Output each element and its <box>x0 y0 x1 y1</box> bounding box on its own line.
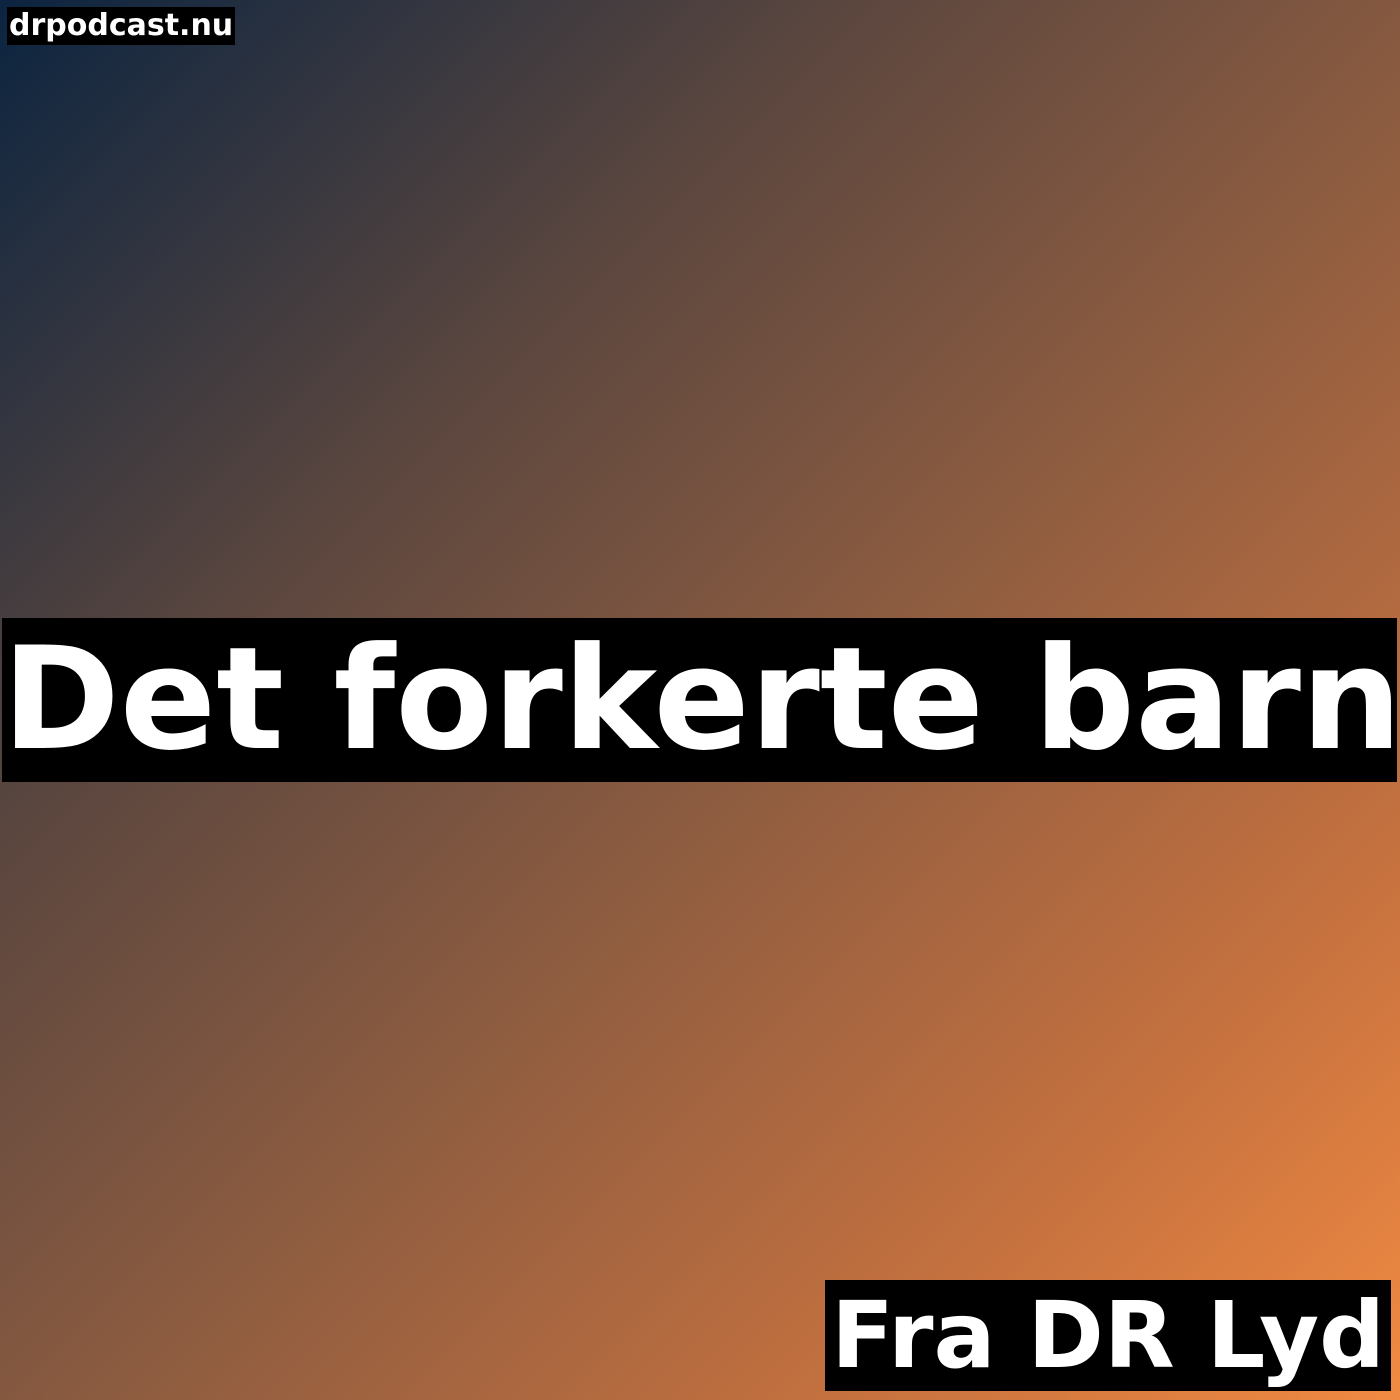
podcast-title: Det forkerte barn <box>2 618 1397 782</box>
source-badge: Fra DR Lyd <box>825 1280 1391 1391</box>
podcast-cover: drpodcast.nu Det forkerte barn Fra DR Ly… <box>0 0 1400 1400</box>
site-badge: drpodcast.nu <box>7 7 236 45</box>
